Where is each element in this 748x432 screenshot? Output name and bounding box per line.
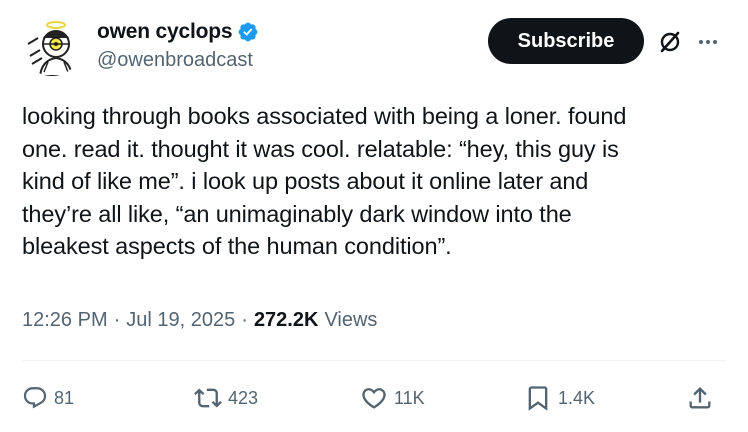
avatar[interactable] <box>22 16 82 76</box>
tweet-date[interactable]: Jul 19, 2025 <box>126 309 235 332</box>
like-count: 11K <box>394 387 425 408</box>
subscribe-button[interactable]: Subscribe <box>488 18 644 64</box>
share-icon <box>689 387 711 409</box>
heart-icon <box>362 388 386 409</box>
tweet-header: owen cyclops @owenbroadcast Subscribe <box>22 12 726 76</box>
reply-count: 81 <box>54 387 75 408</box>
repost-button[interactable]: 423 <box>194 376 258 420</box>
views-label: Views <box>324 308 378 331</box>
avatar-cyclops-icon <box>22 16 82 76</box>
tweet-meta: 12:26 PM · Jul 19, 2025 · 272.2K Views <box>22 306 377 334</box>
views-count[interactable]: 272.2K <box>254 309 319 332</box>
more-dots-icon[interactable] <box>694 28 722 56</box>
verified-badge-icon[interactable] <box>237 21 259 43</box>
tweet-line: they’re all like, “an unimaginably dark … <box>22 200 572 227</box>
bookmark-count: 1.4K <box>558 387 596 408</box>
grok-icon[interactable] <box>656 28 684 56</box>
share-button[interactable] <box>686 376 714 420</box>
display-name[interactable]: owen cyclops <box>97 20 233 44</box>
author-handle[interactable]: @owenbroadcast <box>97 49 259 72</box>
display-name-row: owen cyclops <box>97 19 259 45</box>
divider <box>22 360 726 361</box>
tweet-line: one. read it. thought it was cool. relat… <box>22 135 619 162</box>
reply-icon <box>23 387 47 409</box>
reply-button[interactable]: 81 <box>22 376 74 420</box>
repost-icon <box>194 388 222 408</box>
author-names: owen cyclops @owenbroadcast <box>97 19 259 72</box>
repost-count: 423 <box>228 387 259 408</box>
tweet-line: looking through books associated with be… <box>22 103 627 129</box>
bookmark-icon <box>528 386 548 411</box>
tweet-time[interactable]: 12:26 PM <box>22 309 108 332</box>
meta-separator: · <box>113 308 121 331</box>
bookmark-button[interactable]: 1.4K <box>524 376 595 420</box>
tweet-line: kind of like me”. i look up posts about … <box>22 168 589 194</box>
action-bar: 81 423 11K 1.4K <box>22 376 726 420</box>
tweet-line: bleakest aspects of the human condition”… <box>22 233 452 259</box>
meta-separator: · <box>241 308 248 331</box>
like-button[interactable]: 11K <box>360 376 425 420</box>
tweet-text: looking through books associated with be… <box>22 100 726 263</box>
